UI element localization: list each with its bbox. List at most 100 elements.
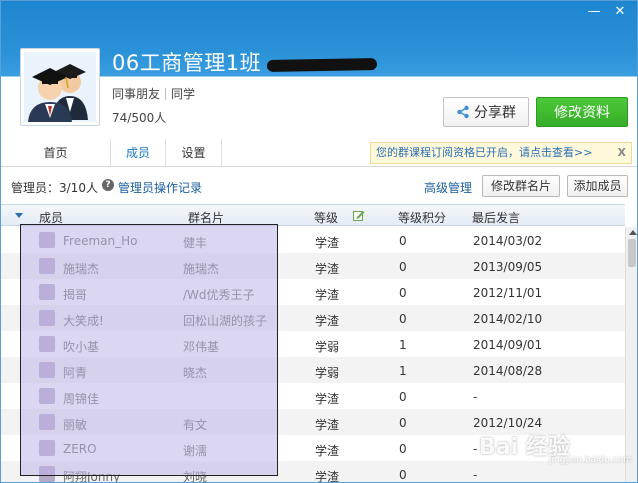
member-avatar bbox=[39, 310, 55, 326]
member-card: /Wd优秀王子 bbox=[183, 288, 255, 302]
table-row[interactable]: 大笑成! 回松山湖的孩子 学渣 0 2014/02/10 bbox=[1, 305, 625, 331]
member-name: 阿翔Jonny bbox=[63, 470, 121, 483]
member-name: 大笑成! bbox=[63, 314, 104, 328]
member-level: 学渣 bbox=[315, 314, 340, 328]
member-level: 学渣 bbox=[315, 418, 340, 432]
member-level: 学渣 bbox=[315, 392, 340, 406]
member-level: 学弱 bbox=[315, 366, 340, 380]
member-level: 学渣 bbox=[315, 236, 340, 250]
share-group-button[interactable]: 分享群 bbox=[443, 97, 529, 127]
tab-settings[interactable]: 设置 bbox=[166, 139, 222, 167]
member-last-post: 2014/02/10 bbox=[473, 312, 543, 326]
member-card: 晓杰 bbox=[183, 366, 208, 380]
member-points: 0 bbox=[399, 312, 407, 326]
advanced-manage-link[interactable]: 高级管理 bbox=[424, 179, 472, 196]
baidu-watermark: Bai 经验 jingyan.baidu.com bbox=[479, 429, 632, 469]
member-avatar bbox=[39, 440, 55, 456]
member-last-post: - bbox=[473, 390, 478, 404]
table-header: 成员 群名片 等级 等级积分 最后发言 bbox=[1, 204, 625, 226]
member-points: 0 bbox=[399, 234, 407, 248]
scroll-up-icon[interactable] bbox=[629, 230, 637, 235]
member-name: 阿青 bbox=[63, 366, 88, 380]
share-icon bbox=[457, 105, 469, 119]
admin-count: 管理员：3/10人 bbox=[11, 181, 98, 195]
group-tags: 同事朋友 同学 bbox=[112, 85, 195, 102]
edit-card-button[interactable]: 修改群名片 bbox=[482, 175, 560, 197]
group-tag: 同学 bbox=[171, 87, 196, 101]
table-row[interactable]: 阿青 晓杰 学弱 1 2014/08/28 bbox=[1, 357, 625, 383]
member-avatar bbox=[39, 258, 55, 274]
member-level: 学弱 bbox=[315, 340, 340, 354]
member-card: 健丰 bbox=[183, 236, 208, 250]
member-card: 邓伟基 bbox=[183, 340, 220, 354]
header-level[interactable]: 等级 bbox=[314, 209, 338, 226]
edit-profile-button[interactable]: 修改资料 bbox=[536, 97, 628, 127]
minimize-icon[interactable]: — bbox=[583, 3, 605, 21]
member-avatar bbox=[39, 362, 55, 378]
member-last-post: 2012/10/24 bbox=[473, 416, 543, 430]
member-last-post: - bbox=[473, 442, 478, 456]
member-avatar bbox=[39, 232, 55, 248]
group-tag: 同事朋友 bbox=[112, 87, 161, 101]
member-points: 0 bbox=[399, 260, 407, 274]
notice-text: 您的群课程订阅资格已开启，请点击查看>> bbox=[376, 146, 593, 159]
table-row[interactable]: 吹小基 邓伟基 学弱 1 2014/09/01 bbox=[1, 331, 625, 357]
member-level: 学渣 bbox=[315, 470, 340, 483]
table-row[interactable]: 周锦佳 学渣 0 - bbox=[1, 383, 625, 409]
redaction-mark bbox=[266, 58, 378, 72]
member-name: Freeman_Ho bbox=[63, 234, 138, 248]
sort-down-icon[interactable] bbox=[15, 213, 23, 218]
member-points: 0 bbox=[399, 468, 407, 482]
tag-divider bbox=[165, 87, 167, 100]
pencil-icon[interactable] bbox=[353, 210, 365, 221]
window-controls: — ✕ bbox=[583, 3, 631, 21]
header-member[interactable]: 成员 bbox=[39, 209, 63, 226]
share-label: 分享群 bbox=[474, 105, 516, 121]
tab-members[interactable]: 成员 bbox=[111, 139, 166, 167]
member-avatar bbox=[39, 388, 55, 404]
member-name: 揭哥 bbox=[63, 288, 88, 302]
member-name: 丽敏 bbox=[63, 418, 88, 432]
member-level: 学渣 bbox=[315, 262, 340, 276]
tab-home[interactable]: 首页 bbox=[1, 139, 111, 167]
group-header: — ✕ 06工商管理1班 同事朋友 同学 74/500人 分享群 修改资料 bbox=[1, 1, 637, 136]
group-window: — ✕ 06工商管理1班 同事朋友 同学 74/500人 分享群 修改资料 首页… bbox=[0, 0, 638, 483]
close-icon[interactable]: ✕ bbox=[609, 3, 631, 21]
member-count: 74/500人 bbox=[112, 111, 167, 125]
table-row[interactable]: 揭哥 /Wd优秀王子 学渣 0 2012/11/01 bbox=[1, 279, 625, 305]
close-notice-icon[interactable]: X bbox=[618, 143, 626, 163]
member-card: 有文 bbox=[183, 418, 208, 432]
admin-log-link[interactable]: 管理员操作记录 bbox=[118, 179, 202, 196]
member-points: 0 bbox=[399, 442, 407, 456]
member-card: 刘晓 bbox=[183, 470, 208, 483]
member-last-post: 2014/09/01 bbox=[473, 338, 543, 352]
help-icon[interactable]: ? bbox=[102, 179, 114, 191]
member-avatar bbox=[39, 414, 55, 430]
member-points: 0 bbox=[399, 390, 407, 404]
member-last-post: - bbox=[473, 468, 478, 482]
course-notice[interactable]: 您的群课程订阅资格已开启，请点击查看>> X bbox=[370, 142, 632, 164]
member-points: 1 bbox=[399, 364, 407, 378]
member-name: ZERO bbox=[63, 442, 97, 456]
header-card[interactable]: 群名片 bbox=[188, 209, 224, 226]
member-level: 学渣 bbox=[315, 444, 340, 458]
member-last-post: 2014/08/28 bbox=[473, 364, 543, 378]
member-name: 周锦佳 bbox=[63, 392, 100, 406]
header-last-post[interactable]: 最后发言 bbox=[472, 209, 520, 226]
member-card: 回松山湖的孩子 bbox=[183, 314, 268, 328]
graduates-icon bbox=[24, 52, 96, 122]
member-card: 施瑞杰 bbox=[183, 262, 220, 276]
member-name: 吹小基 bbox=[63, 340, 100, 354]
table-row[interactable]: Freeman_Ho 健丰 学渣 0 2014/03/02 bbox=[1, 227, 625, 253]
group-title: 06工商管理1班 bbox=[112, 51, 262, 75]
group-avatar[interactable] bbox=[20, 48, 100, 126]
member-avatar bbox=[39, 466, 55, 482]
member-avatar bbox=[39, 284, 55, 300]
member-avatar bbox=[39, 336, 55, 352]
add-member-button[interactable]: 添加成员 bbox=[567, 175, 628, 197]
scroll-thumb[interactable] bbox=[628, 239, 636, 267]
member-last-post: 2013/09/05 bbox=[473, 260, 543, 274]
header-points[interactable]: 等级积分 bbox=[398, 209, 446, 226]
table-row[interactable]: 施瑞杰 施瑞杰 学渣 0 2013/09/05 bbox=[1, 253, 625, 279]
member-card: 谢濡 bbox=[183, 444, 208, 458]
